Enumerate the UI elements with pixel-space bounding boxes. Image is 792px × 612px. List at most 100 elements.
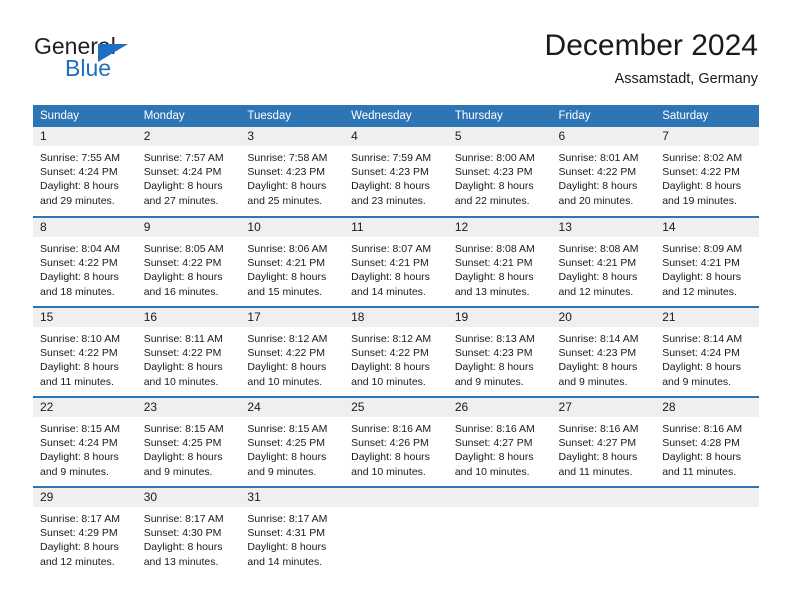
day-cell[interactable]: 13 Sunrise: 8:08 AM Sunset: 4:21 PM Dayligh… [551, 216, 656, 307]
day-number: 3 [240, 127, 345, 146]
sunset-text: Sunset: 4:21 PM [247, 257, 326, 270]
day-details: Sunrise: 8:01 AM Sunset: 4:22 PM Daylight:… [552, 146, 656, 208]
sunrise-text: Sunrise: 8:17 AM [247, 513, 328, 525]
day-cell[interactable]: 24 Sunrise: 8:15 AM Sunset: 4:25 PM Dayligh… [240, 396, 345, 487]
day-cell[interactable]: 7 Sunrise: 8:02 AM Sunset: 4:22 PM Daylight… [655, 127, 759, 217]
day-cell[interactable]: 27 Sunrise: 8:16 AM Sunset: 4:27 PM Dayligh… [551, 396, 656, 487]
day-details: Sunrise: 7:55 AM Sunset: 4:24 PM Daylight:… [33, 146, 137, 208]
day-cell[interactable]: 9 Sunrise: 8:05 AM Sunset: 4:22 PM Daylight… [136, 216, 241, 307]
day-number: 4 [344, 127, 448, 146]
day-number: 9 [136, 218, 241, 237]
sunset-text: Sunset: 4:26 PM [351, 437, 429, 450]
sunset-text: Sunset: 4:22 PM [351, 347, 429, 360]
day-number: 21 [655, 308, 759, 327]
day-cell[interactable]: 4 Sunrise: 7:59 AM Sunset: 4:23 PM Daylight… [344, 127, 448, 217]
day-details: Sunrise: 8:15 AM Sunset: 4:25 PM Daylight:… [240, 417, 344, 479]
day-cell[interactable]: 16 Sunrise: 8:11 AM Sunset: 4:22 PM Dayligh… [136, 306, 241, 397]
day-number: 18 [344, 308, 448, 327]
daylight-text-line1: Daylight: 8 hours [662, 271, 742, 284]
sunrise-text: Sunrise: 8:12 AM [351, 333, 432, 345]
sunset-text: Sunset: 4:25 PM [143, 437, 222, 450]
day-details: Sunrise: 8:14 AM Sunset: 4:23 PM Daylight:… [552, 327, 656, 389]
daylight-text-line1: Daylight: 8 hours [351, 180, 430, 193]
sunset-text: Sunset: 4:23 PM [247, 166, 326, 179]
daylight-text-line1: Daylight: 8 hours [247, 541, 327, 554]
sunset-text: Sunset: 4:22 PM [143, 347, 222, 360]
day-cell[interactable]: 31 Sunrise: 8:17 AM Sunset: 4:31 PM Dayligh… [240, 486, 345, 577]
day-number: 20 [551, 308, 656, 327]
daylight-text-line1: Daylight: 8 hours [454, 361, 534, 374]
sunrise-text: Sunrise: 8:06 AM [247, 243, 328, 255]
day-cell[interactable]: 19 Sunrise: 8:13 AM Sunset: 4:23 PM Dayligh… [447, 306, 552, 397]
sunrise-text: Sunrise: 8:12 AM [247, 333, 328, 345]
daylight-text-line1: Daylight: 8 hours [247, 271, 327, 284]
daylight-text-line2: and 10 minutes. [247, 375, 323, 388]
daylight-text-line1: Daylight: 8 hours [662, 180, 742, 193]
title-block: December 2024 Assamstadt, Germany [545, 28, 758, 89]
week-row: 29 Sunrise: 8:17 AM Sunset: 4:29 PM Dayligh… [33, 486, 759, 577]
daylight-text-line2: and 11 minutes. [40, 375, 114, 388]
day-cell[interactable]: 15 Sunrise: 8:10 AM Sunset: 4:22 PM Dayligh… [33, 306, 137, 397]
day-details: Sunrise: 8:05 AM Sunset: 4:22 PM Daylight:… [137, 237, 241, 299]
daylight-text-line1: Daylight: 8 hours [454, 271, 534, 284]
day-cell[interactable]: 10 Sunrise: 8:06 AM Sunset: 4:21 PM Dayligh… [240, 216, 345, 307]
day-number: 28 [655, 398, 759, 417]
day-number: 17 [240, 308, 345, 327]
daylight-text-line2: and 14 minutes. [247, 555, 323, 568]
sunrise-text: Sunrise: 8:17 AM [143, 513, 224, 525]
day-number: 2 [136, 127, 241, 146]
daylight-text-line2: and 19 minutes. [662, 194, 737, 207]
day-cell[interactable]: 26 Sunrise: 8:16 AM Sunset: 4:27 PM Dayligh… [447, 396, 552, 487]
day-cell[interactable]: 3 Sunrise: 7:58 AM Sunset: 4:23 PM Daylight… [240, 127, 345, 217]
sunset-text: Sunset: 4:21 PM [662, 257, 740, 270]
day-cell[interactable]: 25 Sunrise: 8:16 AM Sunset: 4:26 PM Dayligh… [344, 396, 448, 487]
day-details: Sunrise: 8:08 AM Sunset: 4:21 PM Daylight:… [552, 237, 656, 299]
daylight-text-line1: Daylight: 8 hours [247, 451, 327, 464]
week-row: 8 Sunrise: 8:04 AM Sunset: 4:22 PM Daylight… [33, 216, 759, 307]
day-cell[interactable]: 17 Sunrise: 8:12 AM Sunset: 4:22 PM Dayligh… [240, 306, 345, 397]
week-row: 15 Sunrise: 8:10 AM Sunset: 4:22 PM Dayligh… [33, 306, 759, 397]
day-cell[interactable]: 22 Sunrise: 8:15 AM Sunset: 4:24 PM Dayligh… [33, 396, 137, 487]
day-number [655, 488, 759, 507]
daylight-text-line2: and 10 minutes. [351, 375, 426, 388]
sunset-text: Sunset: 4:21 PM [454, 257, 533, 270]
day-cell[interactable]: 6 Sunrise: 8:01 AM Sunset: 4:22 PM Daylight… [551, 127, 656, 217]
sunrise-text: Sunrise: 8:09 AM [662, 243, 743, 255]
sunrise-text: Sunrise: 7:55 AM [40, 152, 120, 164]
day-cell[interactable]: 14 Sunrise: 8:09 AM Sunset: 4:21 PM Dayligh… [655, 216, 759, 307]
day-cell[interactable]: 1 Sunrise: 7:55 AM Sunset: 4:24 PM Daylight… [33, 127, 137, 217]
day-cell[interactable]: 20 Sunrise: 8:14 AM Sunset: 4:23 PM Dayligh… [551, 306, 656, 397]
day-cell[interactable]: 30 Sunrise: 8:17 AM Sunset: 4:30 PM Dayligh… [136, 486, 241, 577]
day-cell[interactable]: 12 Sunrise: 8:08 AM Sunset: 4:21 PM Dayligh… [447, 216, 552, 307]
day-cell[interactable]: 11 Sunrise: 8:07 AM Sunset: 4:21 PM Dayligh… [344, 216, 448, 307]
sunrise-text: Sunrise: 8:14 AM [662, 333, 743, 345]
daylight-text-line2: and 9 minutes. [143, 465, 213, 478]
day-cell[interactable]: 21 Sunrise: 8:14 AM Sunset: 4:24 PM Dayligh… [655, 306, 759, 397]
daylight-text-line1: Daylight: 8 hours [40, 451, 119, 464]
day-cell[interactable]: 8 Sunrise: 8:04 AM Sunset: 4:22 PM Daylight… [33, 216, 137, 307]
day-cell[interactable]: 5 Sunrise: 8:00 AM Sunset: 4:23 PM Daylight… [447, 127, 552, 217]
daylight-text-line1: Daylight: 8 hours [40, 541, 119, 554]
day-number: 19 [447, 308, 552, 327]
day-cell[interactable]: 18 Sunrise: 8:12 AM Sunset: 4:22 PM Dayligh… [344, 306, 448, 397]
sunrise-text: Sunrise: 8:05 AM [143, 243, 224, 255]
daylight-text-line1: Daylight: 8 hours [662, 451, 742, 464]
day-cell[interactable]: 23 Sunrise: 8:15 AM Sunset: 4:25 PM Dayligh… [136, 396, 241, 487]
sunrise-text: Sunrise: 8:13 AM [454, 333, 535, 345]
daylight-text-line1: Daylight: 8 hours [143, 451, 223, 464]
sunrise-text: Sunrise: 8:02 AM [662, 152, 743, 164]
sunset-text: Sunset: 4:24 PM [40, 166, 118, 179]
daylight-text-line1: Daylight: 8 hours [662, 361, 742, 374]
day-cell[interactable]: 2 Sunrise: 7:57 AM Sunset: 4:24 PM Daylight… [136, 127, 241, 217]
daylight-text-line1: Daylight: 8 hours [351, 271, 430, 284]
sunrise-text: Sunrise: 8:08 AM [558, 243, 639, 255]
logo-text-blue: Blue [65, 55, 112, 81]
sunset-text: Sunset: 4:22 PM [40, 257, 118, 270]
daylight-text-line2: and 13 minutes. [454, 285, 530, 298]
daylight-text-line2: and 10 minutes. [454, 465, 530, 478]
general-blue-logo[interactable]: General Blue [34, 33, 184, 85]
sunrise-text: Sunrise: 8:14 AM [558, 333, 639, 345]
day-details: Sunrise: 8:09 AM Sunset: 4:21 PM Daylight:… [655, 237, 759, 299]
day-cell[interactable]: 28 Sunrise: 8:16 AM Sunset: 4:28 PM Dayligh… [655, 396, 759, 487]
day-cell[interactable]: 29 Sunrise: 8:17 AM Sunset: 4:29 PM Dayligh… [33, 486, 137, 577]
